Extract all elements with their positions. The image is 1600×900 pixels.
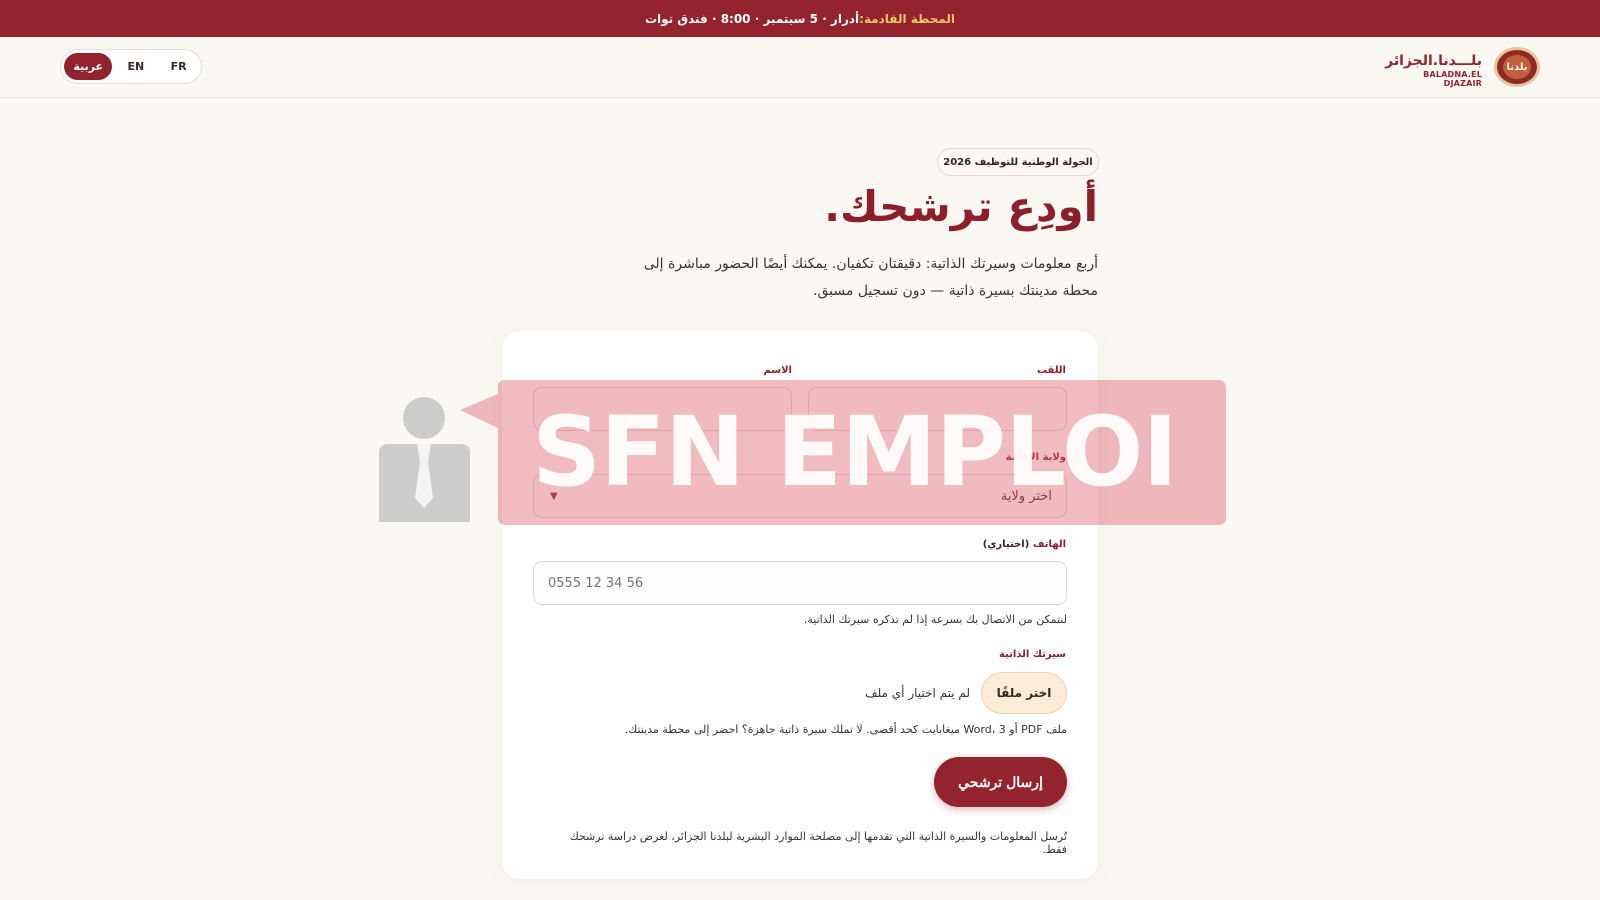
lang-option-arabic[interactable]: عربية bbox=[64, 53, 113, 80]
cv-label: سيرتك الذاتية bbox=[999, 649, 1066, 660]
privacy-footnote: تُرسل المعلومات والسيرة الذاتية التي تقد… bbox=[569, 830, 1067, 856]
page-lead: أربع معلومات وسيرتك الذاتية: دقيقتان تكف… bbox=[643, 256, 1098, 299]
logo-latin: BALADNA.EL DJAZAIR bbox=[1423, 70, 1482, 88]
cv-hint: ملف PDF أو Word، 3 ميغابايت كحد أقصى. لا… bbox=[624, 723, 1067, 736]
brand-logo-badge[interactable]: بلدنا bbox=[1494, 47, 1540, 87]
site-header: عربية EN FR bbox=[0, 37, 1600, 98]
phone-hint: لنتمكن من الاتصال بك بسرعة إذا لم تذكره … bbox=[803, 613, 1067, 626]
watermark-person-icon bbox=[379, 397, 470, 522]
announcement-text: أدرار · 5 سبتمبر · 8:00 · فندق توات bbox=[644, 11, 860, 26]
last-name-label: اللقب bbox=[1036, 365, 1066, 376]
phone-label-text: الهاتف bbox=[1032, 539, 1066, 550]
lang-option-fr[interactable]: FR bbox=[159, 53, 198, 80]
wilaya-select[interactable]: اختر ولاية ▼ bbox=[533, 474, 1067, 518]
tour-chip: الجولة الوطنية للتوظيف 2026 bbox=[937, 148, 1099, 176]
logo-arabic: بلـــدنا.الجزائر bbox=[1385, 53, 1482, 69]
first-name-input[interactable] bbox=[533, 387, 792, 431]
language-switcher: عربية EN FR bbox=[60, 49, 202, 84]
choose-file-button[interactable]: اختر ملفًا bbox=[981, 672, 1067, 714]
wilaya-selected-value: اختر ولاية bbox=[1000, 488, 1052, 504]
submit-application-button[interactable]: إرسال ترشحي bbox=[934, 757, 1067, 807]
phone-optional-tag: (اختياري) bbox=[982, 539, 1030, 550]
chevron-down-icon: ▼ bbox=[550, 490, 558, 502]
announcement-bar: المحطة القادمة: أدرار · 5 سبتمبر · 8:00 … bbox=[0, 0, 1600, 37]
page-title: أودِع ترشحك. bbox=[824, 182, 1098, 231]
phone-input[interactable] bbox=[533, 561, 1067, 605]
brand-logo-text[interactable]: بلـــدنا.الجزائر BALADNA.EL DJAZAIR bbox=[1385, 53, 1482, 88]
logo-emblem: بلدنا bbox=[1503, 55, 1531, 79]
announcement-highlight: المحطة القادمة: bbox=[859, 11, 956, 26]
lang-option-en[interactable]: EN bbox=[116, 53, 155, 80]
wilaya-label: ولاية الإقامة bbox=[1005, 452, 1066, 463]
first-name-label: الاسم bbox=[763, 365, 792, 376]
file-status-text: لم يتم اختيار أي ملف bbox=[865, 686, 970, 700]
last-name-input[interactable] bbox=[808, 387, 1067, 431]
phone-label: الهاتف (اختياري) bbox=[940, 539, 1066, 550]
